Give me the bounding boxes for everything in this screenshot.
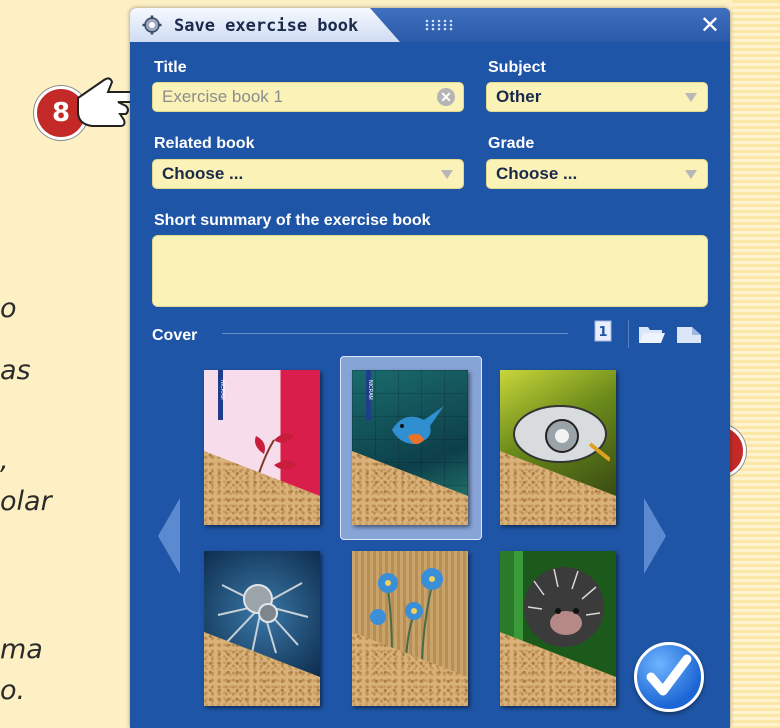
- cover-option-headlight[interactable]: [500, 370, 616, 525]
- cover-option-flowers[interactable]: NICRAM: [204, 370, 320, 525]
- background-text: as: [0, 355, 31, 386]
- blank-cover-icon[interactable]: [676, 324, 702, 344]
- background-stripes: [732, 0, 780, 728]
- background-text: o: [0, 293, 17, 324]
- background-text: ,: [0, 445, 9, 476]
- cover-option-blue-flowers[interactable]: [352, 551, 468, 706]
- save-exercise-book-dialog: Save exercise book ✕ Title Exercise book…: [130, 8, 730, 728]
- dialog-title: Save exercise book: [174, 16, 359, 36]
- cover-option-porcupine[interactable]: [500, 551, 616, 706]
- title-label: Title: [154, 59, 187, 76]
- cover-divider: [222, 333, 568, 334]
- chevron-down-icon: [685, 170, 697, 179]
- subject-select[interactable]: Other: [486, 82, 708, 112]
- cover-option-spider[interactable]: [204, 551, 320, 706]
- toolbar-separator: [628, 320, 629, 348]
- chevron-right-icon[interactable]: [644, 498, 666, 574]
- chevron-down-icon: [441, 170, 453, 179]
- related-book-label: Related book: [154, 135, 255, 152]
- background-text: olar: [0, 486, 52, 517]
- related-book-select[interactable]: Choose ...: [152, 159, 464, 189]
- open-folder-icon[interactable]: [638, 324, 666, 344]
- chevron-left-icon[interactable]: [158, 498, 180, 574]
- related-book-value: Choose ...: [162, 164, 244, 183]
- cover-brand: NICRAM: [219, 380, 225, 400]
- subject-value: Other: [496, 87, 542, 106]
- gear-icon: [142, 15, 162, 35]
- close-icon[interactable]: ✕: [700, 11, 720, 39]
- page-number-icon[interactable]: 1: [594, 320, 612, 342]
- grade-select[interactable]: Choose ...: [486, 159, 708, 189]
- grade-label: Grade: [488, 135, 535, 152]
- cover-brand: NICRAM: [367, 380, 373, 400]
- drag-grip-icon[interactable]: [424, 17, 454, 33]
- subject-label: Subject: [488, 59, 546, 76]
- summary-label: Short summary of the exercise book: [154, 212, 431, 229]
- grade-value: Choose ...: [496, 164, 578, 183]
- background-text: ma: [0, 634, 43, 665]
- kingfisher-illustration: [392, 406, 444, 445]
- clear-icon[interactable]: ✕: [437, 88, 455, 106]
- background-text: o.: [0, 675, 26, 706]
- chevron-down-icon: [685, 93, 697, 102]
- title-bar[interactable]: Save exercise book ✕: [130, 8, 730, 42]
- confirm-button[interactable]: [634, 642, 704, 712]
- cover-label: Cover: [152, 327, 198, 344]
- checkmark-icon: [646, 654, 692, 696]
- page-number-badge: 1: [598, 325, 607, 340]
- title-input-placeholder: Exercise book 1: [162, 87, 283, 106]
- cover-option-kingfisher[interactable]: NICRAM: [352, 370, 468, 525]
- summary-textarea[interactable]: [152, 235, 708, 307]
- title-input[interactable]: Exercise book 1 ✕: [152, 82, 464, 112]
